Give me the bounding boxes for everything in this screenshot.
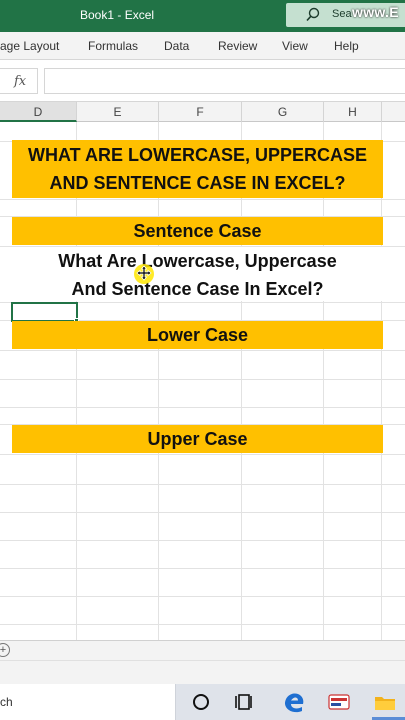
ribbon-tabs: age Layout Formulas Data Review View Hel… bbox=[0, 32, 405, 60]
fx-icon: fx bbox=[14, 74, 27, 89]
title-bar: Book1 - Excel Sea www.E bbox=[0, 0, 405, 32]
watermark-text: www.E bbox=[352, 4, 399, 20]
upper-case-header[interactable]: Upper Case bbox=[12, 425, 383, 453]
formula-bar: fx bbox=[0, 60, 405, 102]
column-headers: D E F G H bbox=[0, 102, 405, 122]
tab-page-layout[interactable]: age Layout bbox=[0, 39, 59, 53]
grid-line bbox=[0, 407, 405, 408]
grid-line bbox=[0, 568, 405, 569]
main-title-line-1: WHAT ARE LOWERCASE, UPPERCASE bbox=[27, 145, 367, 165]
sentence-case-line-1: What Are Lowercase, Uppercase bbox=[58, 251, 337, 271]
search-icon bbox=[306, 7, 320, 22]
grid-line bbox=[0, 350, 405, 351]
worksheet-grid[interactable]: WHAT ARE LOWERCASE, UPPERCASE AND SENTEN… bbox=[0, 122, 405, 640]
lower-case-header[interactable]: Lower Case bbox=[12, 321, 383, 349]
main-title-line-2: AND SENTENCE CASE IN EXCEL? bbox=[49, 173, 346, 193]
column-header-h[interactable]: H bbox=[324, 102, 382, 122]
insert-function-button[interactable]: fx bbox=[0, 68, 38, 94]
column-header-g[interactable]: G bbox=[242, 102, 324, 122]
column-header-d[interactable]: D bbox=[0, 102, 77, 122]
add-sheet-icon[interactable]: + bbox=[0, 643, 10, 657]
app-icon[interactable] bbox=[327, 690, 351, 714]
sentence-case-header[interactable]: Sentence Case bbox=[12, 217, 383, 245]
tab-view[interactable]: View bbox=[282, 39, 308, 53]
file-explorer-icon[interactable] bbox=[373, 690, 397, 714]
move-cursor-icon bbox=[136, 265, 152, 281]
taskbar-search-text: ch bbox=[0, 695, 13, 709]
tab-help[interactable]: Help bbox=[334, 39, 359, 53]
tab-formulas[interactable]: Formulas bbox=[88, 39, 138, 53]
tab-data[interactable]: Data bbox=[164, 39, 189, 53]
main-title-cell[interactable]: WHAT ARE LOWERCASE, UPPERCASE AND SENTEN… bbox=[12, 140, 383, 198]
sentence-case-line-2: And Sentence Case In Excel? bbox=[71, 279, 324, 299]
formula-input[interactable] bbox=[44, 68, 405, 94]
active-cell-selection[interactable] bbox=[11, 302, 78, 322]
sentence-case-result-cell[interactable]: What Are Lowercase, Uppercase And Senten… bbox=[12, 247, 383, 301]
grid-line bbox=[0, 540, 405, 541]
windows-taskbar: ch bbox=[0, 684, 405, 720]
search-label: Sea bbox=[332, 8, 352, 20]
column-header-f[interactable]: F bbox=[159, 102, 242, 122]
column-header-next[interactable] bbox=[382, 102, 405, 122]
grid-line bbox=[0, 484, 405, 485]
grid-line bbox=[0, 199, 405, 200]
grid-line bbox=[0, 596, 405, 597]
tab-review[interactable]: Review bbox=[218, 39, 257, 53]
grid-line bbox=[0, 454, 405, 455]
column-header-e[interactable]: E bbox=[77, 102, 159, 122]
grid-line bbox=[0, 624, 405, 625]
window-title: Book1 - Excel bbox=[80, 8, 155, 22]
sheet-tabs-bar: + bbox=[0, 640, 405, 660]
excel-window: Book1 - Excel Sea www.E age Layout Formu… bbox=[0, 0, 405, 720]
grid-line bbox=[0, 512, 405, 513]
grid-line bbox=[0, 379, 405, 380]
taskbar-search-box[interactable]: ch bbox=[0, 684, 176, 720]
edge-icon[interactable] bbox=[282, 690, 306, 714]
task-view-icon[interactable] bbox=[233, 690, 257, 714]
status-bar bbox=[0, 660, 405, 684]
cortana-circle-icon[interactable] bbox=[189, 690, 213, 714]
